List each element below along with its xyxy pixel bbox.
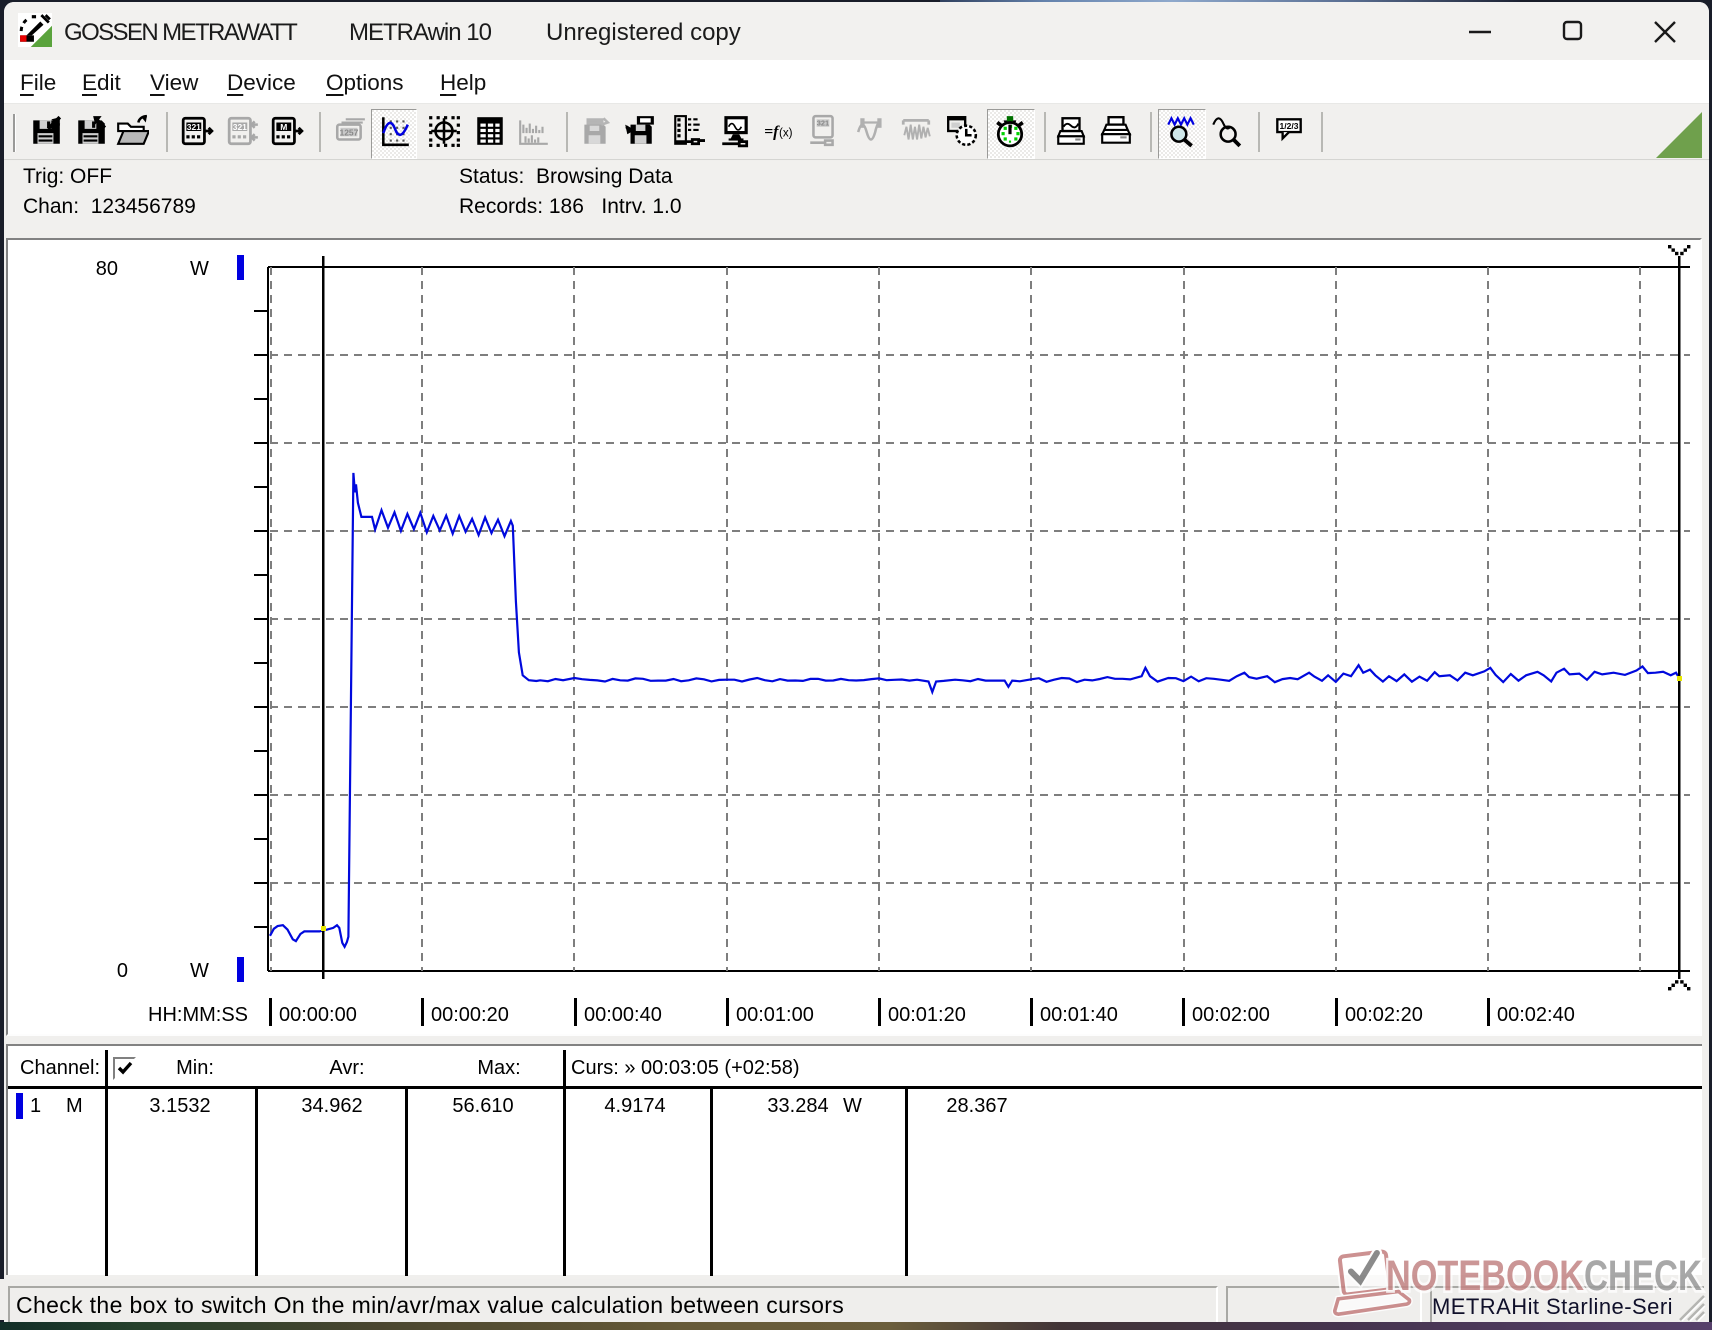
svg-text:00:02:40: 00:02:40 bbox=[1497, 1004, 1575, 1026]
svg-text:00:02:00: 00:02:00 bbox=[1192, 1004, 1270, 1026]
svg-text:00:00:40: 00:00:40 bbox=[584, 1004, 662, 1026]
svg-text:W: W bbox=[190, 258, 209, 280]
svg-text:1257: 1257 bbox=[339, 127, 358, 137]
svg-text:CHECK: CHECK bbox=[1584, 1252, 1702, 1300]
svg-text:1/2/3: 1/2/3 bbox=[1280, 121, 1299, 131]
svg-text:00:01:20: 00:01:20 bbox=[888, 1004, 966, 1026]
svg-text:00:01:40: 00:01:40 bbox=[1040, 1004, 1118, 1026]
svg-text:321: 321 bbox=[187, 122, 201, 132]
svg-text:321: 321 bbox=[233, 122, 247, 132]
svg-text:HH:MM:SS: HH:MM:SS bbox=[148, 1004, 248, 1026]
svg-text:NOTEBOOK: NOTEBOOK bbox=[1386, 1252, 1584, 1300]
svg-text:0: 0 bbox=[117, 960, 128, 982]
svg-text:00:01:00: 00:01:00 bbox=[736, 1004, 814, 1026]
svg-text:W: W bbox=[190, 960, 209, 982]
svg-text:(x): (x) bbox=[779, 126, 793, 139]
svg-text:00:02:20: 00:02:20 bbox=[1345, 1004, 1423, 1026]
svg-text:=f: =f bbox=[764, 123, 780, 140]
svg-text:00:00:00: 00:00:00 bbox=[279, 1004, 357, 1026]
svg-text:00:00:20: 00:00:20 bbox=[431, 1004, 509, 1026]
svg-text:80: 80 bbox=[96, 258, 118, 280]
svg-text:M: M bbox=[280, 122, 287, 132]
svg-text:321: 321 bbox=[817, 119, 829, 128]
